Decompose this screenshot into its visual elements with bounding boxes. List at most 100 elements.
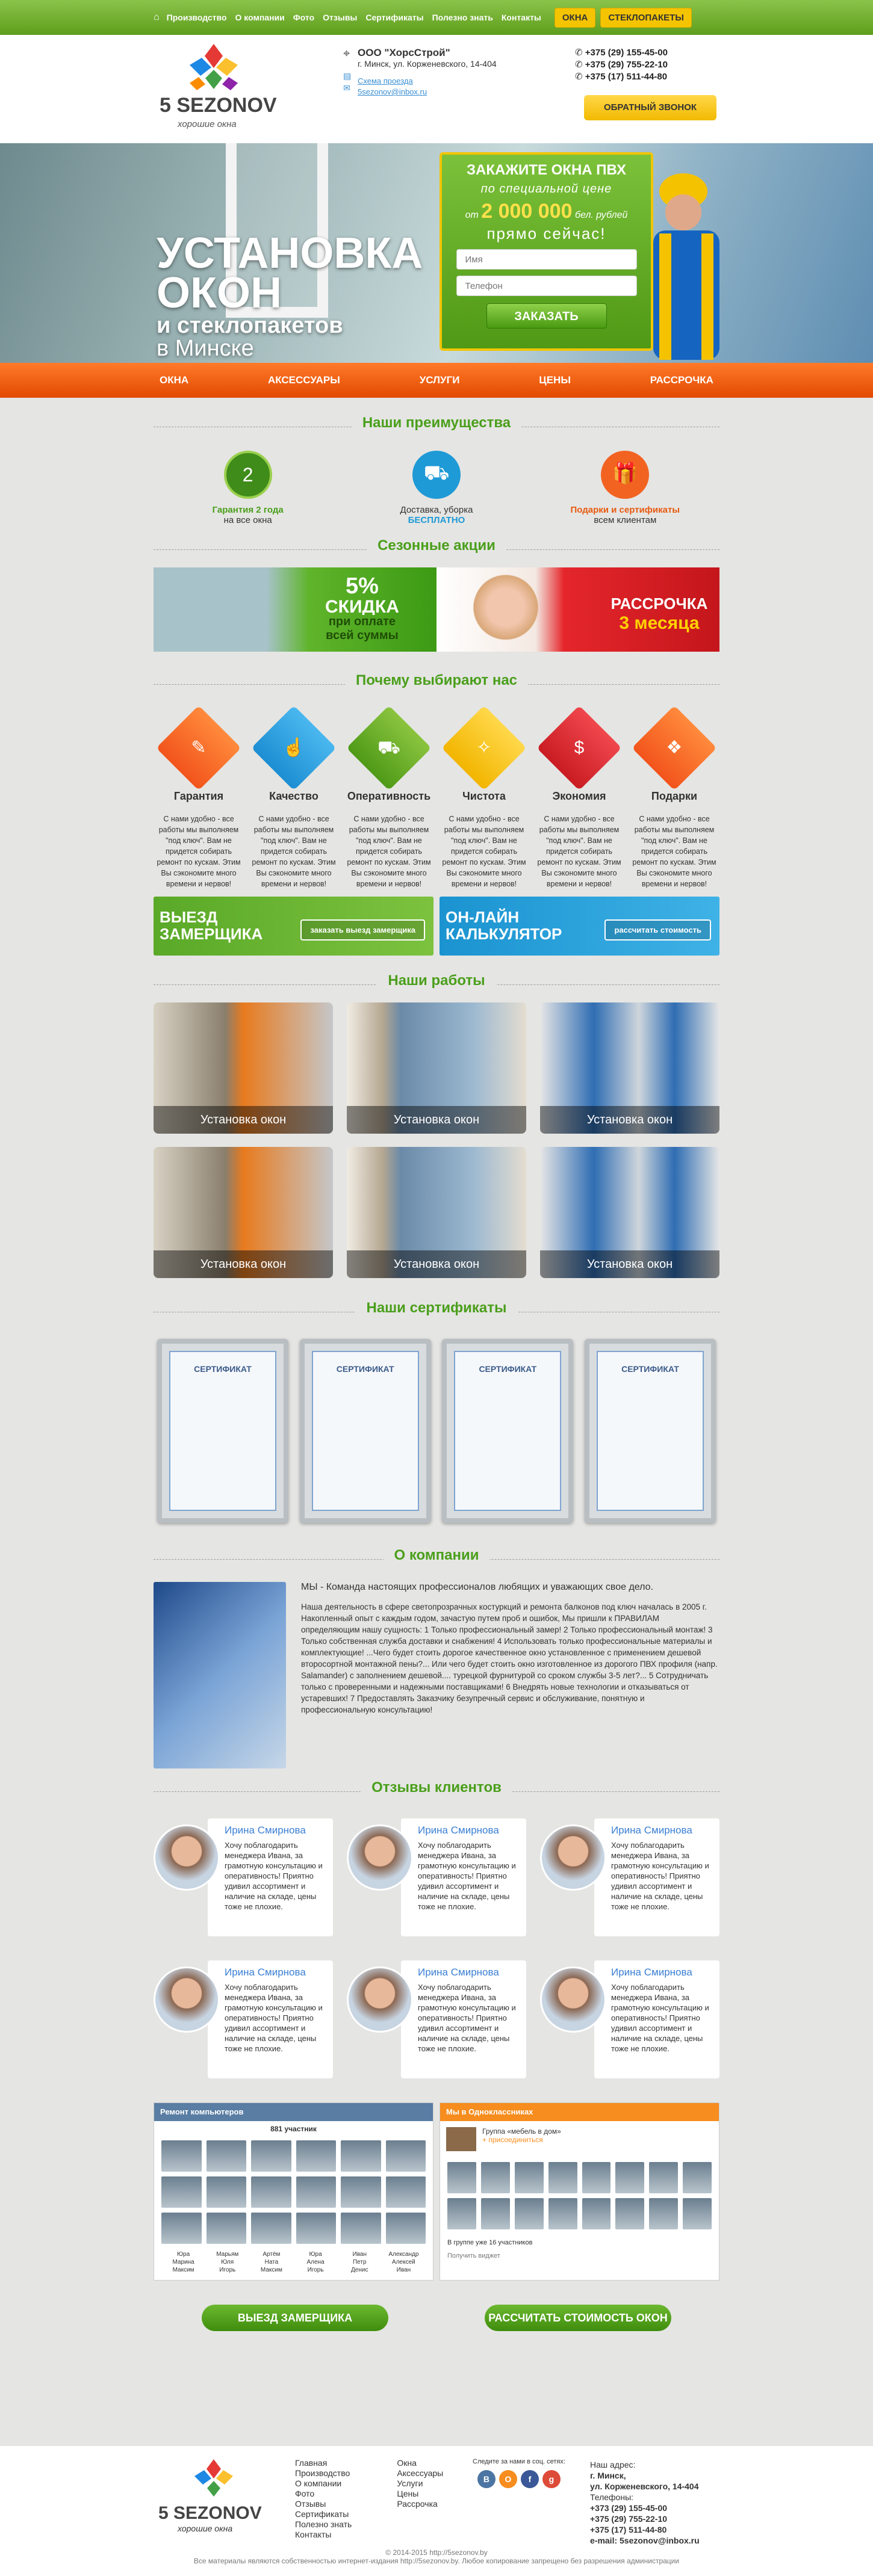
ok-join-link[interactable]: + присоединиться xyxy=(482,2136,713,2144)
member-avatar[interactable] xyxy=(385,2213,426,2244)
member-avatar[interactable] xyxy=(615,2198,645,2229)
member-avatar[interactable] xyxy=(251,2176,291,2208)
email-link[interactable]: 5sezonov@inbox.ru xyxy=(358,87,560,97)
footer-link[interactable]: Фото xyxy=(295,2489,352,2499)
member-avatar[interactable] xyxy=(296,2140,336,2172)
order-measurer-button[interactable]: заказать выезд замерщика xyxy=(300,919,425,941)
calculate-button[interactable]: рассчитать стоимость xyxy=(604,919,711,941)
measurer-cta-button[interactable]: ВЫЕЗД ЗАМЕРЩИКА xyxy=(202,2305,388,2331)
member-avatar[interactable] xyxy=(649,2162,679,2193)
work-photo[interactable]: Установка окон xyxy=(347,1147,526,1278)
discount-promo[interactable]: 5% СКИДКА при оплате всей суммы xyxy=(154,567,437,652)
member-avatar[interactable] xyxy=(296,2213,336,2244)
member-avatar[interactable] xyxy=(548,2162,577,2193)
nav-useful[interactable]: Полезно знать xyxy=(432,13,493,22)
footer-link[interactable]: Услуги xyxy=(397,2479,443,2489)
phone-2[interactable]: +375 (29) 755-22-10 xyxy=(585,60,668,70)
nav-photo[interactable]: Фото xyxy=(293,13,314,22)
member-avatar[interactable] xyxy=(385,2176,426,2208)
member-avatar[interactable] xyxy=(161,2176,202,2208)
work-photo[interactable]: Установка окон xyxy=(540,1002,719,1134)
member-name[interactable]: Иван xyxy=(382,2267,426,2273)
work-photo[interactable]: Установка окон xyxy=(347,1002,526,1134)
work-photo[interactable]: Установка окон xyxy=(154,1147,333,1278)
ok-icon[interactable]: О xyxy=(499,2470,517,2488)
member-name[interactable]: Алексей xyxy=(382,2259,426,2266)
nav-services[interactable]: УСЛУГИ xyxy=(420,374,460,386)
google-plus-icon[interactable]: g xyxy=(542,2470,561,2488)
member-avatar[interactable] xyxy=(206,2213,246,2244)
nav-production[interactable]: Производство xyxy=(167,13,227,22)
footer-link[interactable]: Отзывы xyxy=(295,2499,352,2509)
member-avatar[interactable] xyxy=(548,2198,577,2229)
member-name[interactable]: Игорь xyxy=(293,2267,337,2273)
member-avatar[interactable] xyxy=(447,2162,476,2193)
ok-group-name[interactable]: Группа «мебель в дом» xyxy=(482,2127,713,2136)
vk-widget-title[interactable]: Ремонт компьютеров xyxy=(154,2103,433,2121)
callback-button[interactable]: ОБРАТНЫЙ ЗВОНОК xyxy=(584,95,716,120)
logo[interactable]: 5 SEZONOV хорошие окна xyxy=(154,41,286,131)
footer-link[interactable]: Цены xyxy=(397,2489,443,2499)
member-name[interactable]: Максим xyxy=(161,2267,205,2273)
nav-certificates[interactable]: Сертификаты xyxy=(365,13,423,22)
member-name[interactable]: Максим xyxy=(249,2267,293,2273)
nav-installment[interactable]: РАССРОЧКА xyxy=(650,374,713,386)
member-name[interactable]: Иван xyxy=(338,2251,382,2258)
footer-link[interactable]: Главная xyxy=(295,2458,352,2468)
member-name[interactable]: Ната xyxy=(249,2259,293,2266)
member-name[interactable]: Денис xyxy=(338,2267,382,2273)
footer-link[interactable]: Рассрочка xyxy=(397,2499,443,2509)
member-avatar[interactable] xyxy=(582,2198,611,2229)
member-avatar[interactable] xyxy=(161,2140,202,2172)
vk-icon[interactable]: В xyxy=(477,2470,496,2488)
home-icon[interactable]: ⌂ xyxy=(154,12,160,23)
footer-link[interactable]: Полезно знать xyxy=(295,2519,352,2530)
member-name[interactable]: Петр xyxy=(338,2259,382,2266)
footer-logo[interactable]: 5 SEZONOV хорошие окна xyxy=(154,2458,274,2533)
member-avatar[interactable] xyxy=(582,2162,611,2193)
member-name[interactable]: Марьям xyxy=(205,2251,249,2258)
certificate[interactable]: СЕРТИФИКАТ xyxy=(157,1339,288,1523)
member-name[interactable]: Юра xyxy=(161,2251,205,2258)
member-avatar[interactable] xyxy=(514,2198,544,2229)
ok-widget-title[interactable]: Мы в Одноклассниках xyxy=(440,2103,719,2121)
member-avatar[interactable] xyxy=(341,2176,381,2208)
member-avatar[interactable] xyxy=(206,2140,246,2172)
member-name[interactable]: Игорь xyxy=(205,2267,249,2273)
member-name[interactable]: Артём xyxy=(249,2251,293,2258)
member-avatar[interactable] xyxy=(161,2213,202,2244)
work-photo[interactable]: Установка окон xyxy=(154,1002,333,1134)
footer-link[interactable]: Сертификаты xyxy=(295,2509,352,2519)
calculate-cta-button[interactable]: РАССЧИТАТЬ СТОИМОСТЬ ОКОН xyxy=(485,2305,671,2331)
phone-1[interactable]: +375 (29) 155-45-00 xyxy=(585,48,668,58)
nav-contacts[interactable]: Контакты xyxy=(502,13,541,22)
nav-prices[interactable]: ЦЕНЫ xyxy=(539,374,571,386)
member-avatar[interactable] xyxy=(683,2198,712,2229)
member-avatar[interactable] xyxy=(341,2213,381,2244)
member-name[interactable]: Юра xyxy=(293,2251,337,2258)
glass-button[interactable]: СТЕКЛОПАКЕТЫ xyxy=(600,7,692,28)
member-name[interactable]: Александр xyxy=(382,2251,426,2258)
member-avatar[interactable] xyxy=(514,2162,544,2193)
certificate[interactable]: СЕРТИФИКАТ xyxy=(299,1339,431,1523)
member-name[interactable]: Юля xyxy=(205,2259,249,2266)
footer-link[interactable]: Производство xyxy=(295,2468,352,2479)
member-avatar[interactable] xyxy=(296,2176,336,2208)
member-avatar[interactable] xyxy=(683,2162,712,2193)
footer-link[interactable]: О компании xyxy=(295,2479,352,2489)
member-avatar[interactable] xyxy=(385,2140,426,2172)
ok-widget-link[interactable]: Получить виджет xyxy=(440,2249,719,2263)
nav-windows[interactable]: ОКНА xyxy=(160,374,188,386)
phone-3[interactable]: +375 (17) 511-44-80 xyxy=(585,72,667,82)
nav-accessories[interactable]: АКСЕССУАРЫ xyxy=(268,374,340,386)
member-name[interactable]: Алена xyxy=(293,2259,337,2266)
footer-link[interactable]: Контакты xyxy=(295,2530,352,2540)
member-avatar[interactable] xyxy=(649,2198,679,2229)
member-avatar[interactable] xyxy=(480,2162,510,2193)
installment-promo[interactable]: РАССРОЧКА 3 месяца xyxy=(437,567,719,652)
phone-input[interactable] xyxy=(456,276,637,296)
certificate[interactable]: СЕРТИФИКАТ xyxy=(442,1339,574,1523)
member-avatar[interactable] xyxy=(251,2140,291,2172)
footer-link[interactable]: Аксессуары xyxy=(397,2468,443,2479)
member-avatar[interactable] xyxy=(615,2162,645,2193)
